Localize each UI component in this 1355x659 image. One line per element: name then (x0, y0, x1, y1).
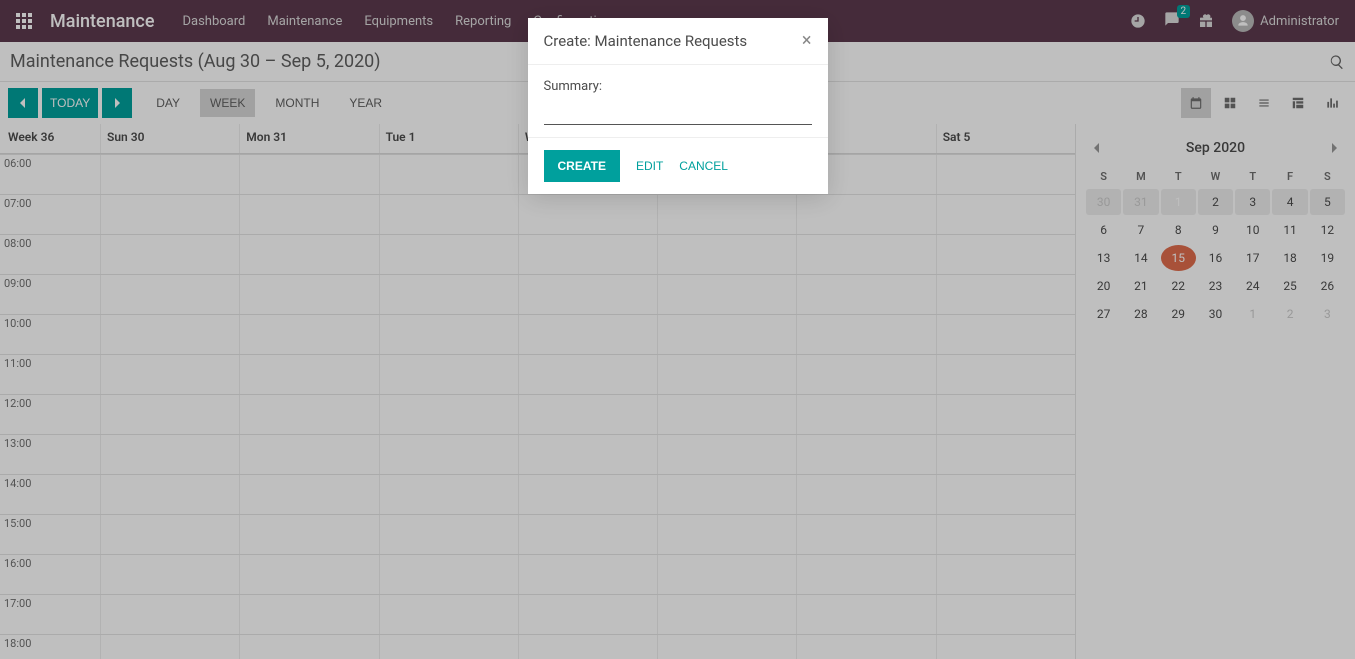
summary-input[interactable] (544, 100, 812, 125)
close-icon[interactable]: × (802, 32, 812, 50)
modal-title: Create: Maintenance Requests (544, 32, 748, 50)
cancel-button[interactable]: CANCEL (679, 159, 728, 173)
summary-label: Summary: (544, 79, 812, 94)
create-modal: Create: Maintenance Requests × Summary: … (528, 18, 828, 194)
edit-button[interactable]: EDIT (636, 159, 663, 173)
create-button[interactable]: CREATE (544, 150, 620, 182)
